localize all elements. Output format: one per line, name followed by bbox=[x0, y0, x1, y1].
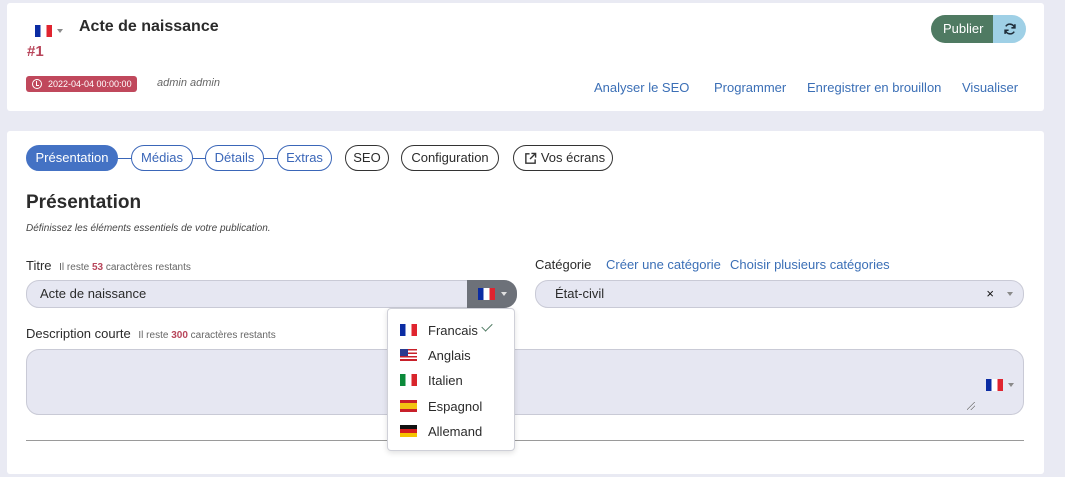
refresh-button[interactable] bbox=[993, 15, 1027, 43]
menu-item-anglais[interactable]: Anglais bbox=[400, 346, 471, 364]
category-value: État-civil bbox=[555, 286, 605, 301]
category-select[interactable]: État-civil × bbox=[535, 280, 1024, 308]
clock-icon bbox=[32, 79, 42, 89]
clear-icon[interactable]: × bbox=[986, 281, 994, 307]
italy-flag-icon bbox=[400, 374, 417, 386]
counter-prefix: Il reste bbox=[138, 330, 169, 341]
category-label: Catégorie bbox=[535, 257, 592, 272]
description-textarea[interactable] bbox=[26, 349, 1024, 415]
schedule-link[interactable]: Programmer bbox=[714, 80, 786, 95]
menu-item-label: Allemand bbox=[428, 423, 483, 439]
description-label: Description courte Il reste 300 caractèr… bbox=[26, 326, 276, 341]
menu-item-label: Francais bbox=[428, 322, 478, 338]
publication-header: Acte de naissance #1 2022-04-04 00:00:00… bbox=[7, 3, 1044, 111]
title-char-counter: Il reste 53 caractères restants bbox=[59, 262, 191, 273]
section-subtitle: Définissez les éléments essentiels de vo… bbox=[26, 223, 271, 234]
menu-item-label: Anglais bbox=[428, 347, 471, 363]
chevron-down-icon bbox=[1007, 292, 1013, 296]
france-flag-icon bbox=[400, 324, 417, 336]
choose-categories-link[interactable]: Choisir plusieurs catégories bbox=[730, 257, 890, 272]
refresh-icon bbox=[1004, 23, 1016, 35]
chevron-down-icon bbox=[57, 28, 63, 33]
counter-value: 53 bbox=[91, 262, 104, 273]
section-title: Présentation bbox=[26, 192, 142, 213]
tab-configuration[interactable]: Configuration bbox=[401, 145, 499, 171]
resize-handle[interactable] bbox=[967, 402, 975, 410]
author-name: admin admin bbox=[157, 77, 220, 89]
chevron-down-icon bbox=[500, 292, 507, 296]
title-label-text: Titre bbox=[26, 258, 52, 273]
menu-item-italien[interactable]: Italien bbox=[400, 371, 463, 389]
publish-button-group: Publier bbox=[931, 15, 1027, 43]
tab-extras[interactable]: Extras bbox=[277, 145, 332, 171]
tab-details[interactable]: Détails bbox=[205, 145, 264, 171]
usa-flag-icon bbox=[400, 349, 417, 361]
analyze-seo-link[interactable]: Analyser le SEO bbox=[594, 80, 689, 95]
france-flag-icon bbox=[35, 24, 52, 37]
tab-seo[interactable]: SEO bbox=[345, 145, 389, 171]
check-icon bbox=[481, 320, 493, 332]
language-dropdown-menu: Francais Anglais Italien Espagnol Allema… bbox=[387, 308, 515, 451]
title-label: Titre Il reste 53 caractères restants bbox=[26, 258, 191, 273]
page-title: Acte de naissance bbox=[79, 18, 219, 35]
spain-flag-icon bbox=[400, 400, 417, 412]
tab-presentation[interactable]: Présentation bbox=[26, 145, 118, 171]
create-category-link[interactable]: Créer une catégorie bbox=[606, 257, 721, 272]
menu-item-allemand[interactable]: Allemand bbox=[400, 422, 482, 440]
menu-item-espagnol[interactable]: Espagnol bbox=[400, 397, 482, 415]
tab-vos-ecrans[interactable]: Vos écrans bbox=[513, 145, 613, 171]
date-badge: 2022-04-04 00:00:00 bbox=[26, 76, 137, 92]
menu-item-label: Espagnol bbox=[428, 398, 483, 414]
external-link-icon bbox=[525, 152, 537, 164]
counter-suffix: caractères restants bbox=[190, 330, 276, 341]
publish-button[interactable]: Publier bbox=[931, 15, 994, 43]
description-char-counter: Il reste 300 caractères restants bbox=[138, 330, 275, 341]
title-language-button[interactable] bbox=[467, 280, 517, 308]
publication-id: #1 bbox=[27, 43, 44, 60]
edit-form: Présentation Médias Détails Extras SEO C… bbox=[7, 131, 1044, 474]
save-draft-link[interactable]: Enregistrer en brouillon bbox=[807, 80, 941, 95]
menu-item-label: Italien bbox=[428, 372, 463, 388]
france-flag-icon bbox=[986, 378, 1003, 391]
tab-connector bbox=[263, 158, 278, 159]
description-language-button[interactable] bbox=[986, 376, 1014, 391]
menu-item-francais[interactable]: Francais bbox=[400, 321, 478, 339]
counter-value: 300 bbox=[171, 330, 188, 341]
title-input-value: Acte de naissance bbox=[40, 286, 147, 301]
tab-vos-ecrans-label: Vos écrans bbox=[540, 150, 606, 165]
germany-flag-icon bbox=[400, 425, 417, 437]
tab-connector bbox=[117, 158, 132, 159]
tab-medias[interactable]: Médias bbox=[131, 145, 193, 171]
divider bbox=[26, 440, 1024, 441]
counter-suffix: caractères restants bbox=[105, 262, 191, 273]
counter-prefix: Il reste bbox=[59, 262, 90, 273]
preview-link[interactable]: Visualiser bbox=[962, 80, 1018, 95]
date-text: 2022-04-04 00:00:00 bbox=[48, 79, 132, 89]
description-label-text: Description courte bbox=[26, 326, 131, 341]
language-switch[interactable] bbox=[35, 22, 63, 40]
france-flag-icon bbox=[477, 288, 495, 300]
title-input[interactable]: Acte de naissance bbox=[26, 280, 517, 308]
chevron-down-icon bbox=[1008, 382, 1014, 387]
